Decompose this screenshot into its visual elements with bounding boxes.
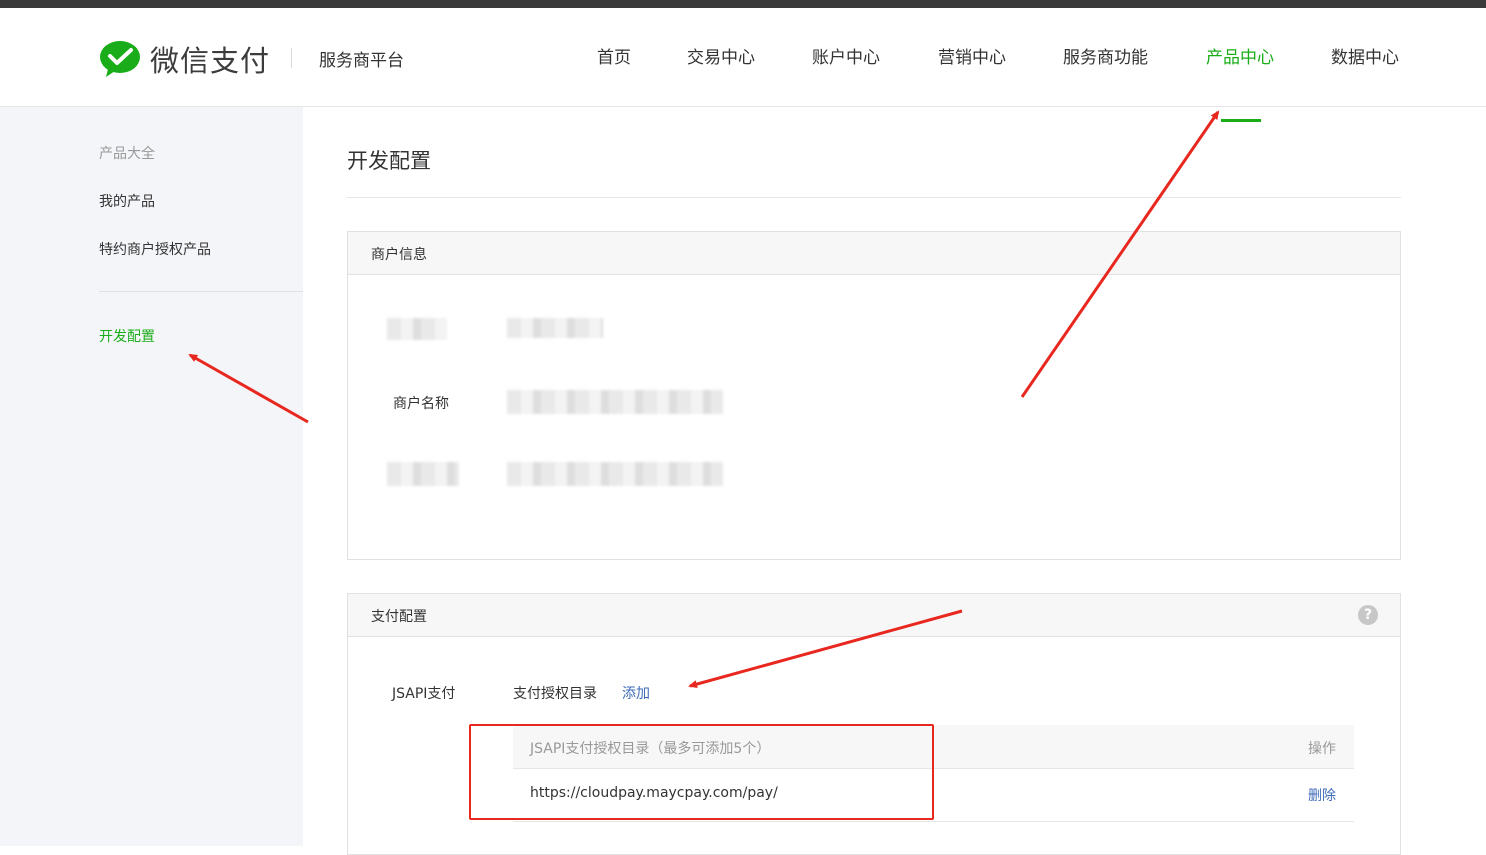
sidebar-divider [99,291,303,292]
payment-config-title: 支付配置 [371,609,427,625]
merchant-info-panel: 商户信息 [347,231,1401,560]
nav-item-transactions[interactable]: 交易中心 [687,43,755,68]
merchant-name-label: 商户名称 [393,396,449,412]
merchant-info-title: 商户信息 [371,247,427,263]
title-divider [347,197,1401,198]
header: 微信支付 服务商平台 首页 交易中心 账户中心 营销中心 服务商功能 产品中心 … [0,8,1486,122]
redacted-label [387,318,447,340]
payment-config-header: 支付配置 ? [348,594,1400,637]
nav-item-data[interactable]: 数据中心 [1331,43,1399,68]
nav-item-provider-functions[interactable]: 服务商功能 [1063,43,1148,68]
sidebar-section-title: 产品大全 [99,146,155,162]
page-title: 开发配置 [347,149,431,173]
add-dir-link[interactable]: 添加 [622,683,650,703]
nav-active-underline [1221,119,1261,122]
nav-item-home[interactable]: 首页 [597,43,631,68]
sidebar-item-merchant-authorized-products[interactable]: 特约商户授权产品 [99,239,211,259]
nav-item-products[interactable]: 产品中心 [1206,43,1274,68]
redacted-label [387,462,459,486]
browser-top-strip [0,0,1486,8]
auth-dir-table: JSAPI支付授权目录（最多可添加5个） 操作 https://cloudpay… [513,725,1354,822]
nav-item-marketing[interactable]: 营销中心 [938,43,1006,68]
sidebar-item-my-products[interactable]: 我的产品 [99,191,155,211]
auth-dir-url: https://cloudpay.maycpay.com/pay/ [530,785,778,801]
col-action: 操作 [1308,741,1336,757]
auth-dir-table-header: JSAPI支付授权目录（最多可添加5个） 操作 [513,725,1354,769]
sidebar-item-dev-config[interactable]: 开发配置 [99,326,155,346]
merchant-info-header: 商户信息 [348,232,1400,275]
redacted-value [507,318,603,338]
table-row: https://cloudpay.maycpay.com/pay/ 删除 [513,769,1354,822]
question-circle-icon[interactable]: ? [1358,605,1378,625]
main-nav: 首页 交易中心 账户中心 营销中心 服务商功能 产品中心 数据中心 [0,43,1486,122]
pay-auth-dir-label: 支付授权目录 [513,686,597,702]
col-auth-dir: JSAPI支付授权目录（最多可添加5个） [530,741,771,757]
delete-dir-link[interactable]: 删除 [1308,785,1336,805]
jsapi-pay-label: JSAPI支付 [392,686,456,702]
nav-item-accounts[interactable]: 账户中心 [812,43,880,68]
redacted-merchant-name [507,390,723,414]
redacted-value [507,462,723,486]
sidebar [0,107,303,846]
